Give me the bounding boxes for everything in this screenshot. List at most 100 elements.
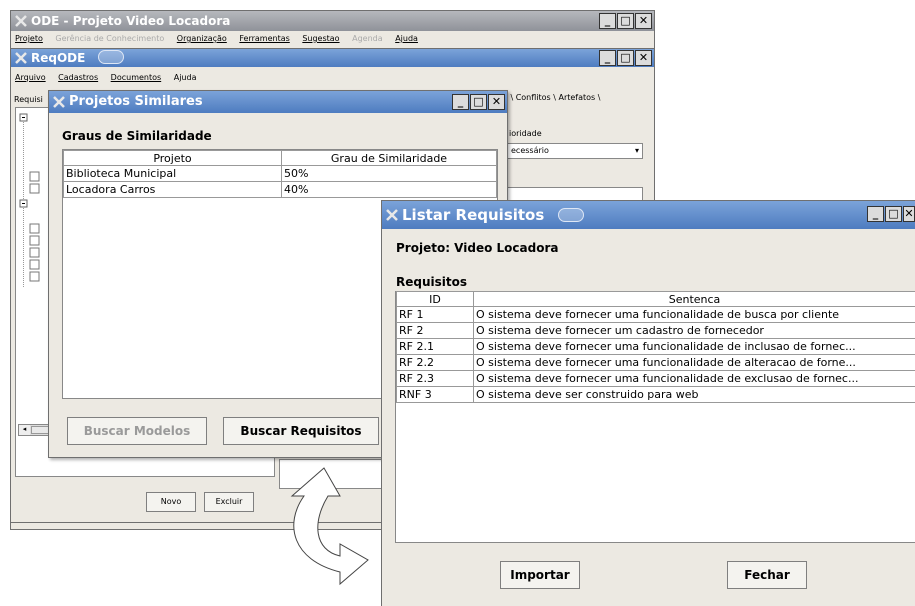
listar-title-bar[interactable]: Listar Requisitos _ □ ✕ — [382, 201, 915, 229]
projeto-label: Projeto: Video Locadora — [396, 241, 559, 255]
cell-id: RF 2.1 — [396, 338, 474, 355]
tab-conflitos[interactable]: Conflitos — [516, 93, 551, 102]
cell-id: RF 2.2 — [396, 354, 474, 371]
curved-arrow-icon — [290, 467, 369, 586]
cell-id: RF 1 — [396, 306, 474, 323]
minimize-icon: _ — [604, 51, 611, 64]
column-projeto[interactable]: Projeto — [63, 150, 282, 166]
menu-cadastros[interactable]: Cadastros — [58, 73, 98, 82]
buscar-requisitos-button[interactable]: Buscar Requisitos — [223, 417, 379, 445]
cell-grau: 50% — [281, 165, 497, 182]
menu-ajuda[interactable]: Ajuda — [174, 73, 197, 82]
graus-similaridade-label: Graus de Similaridade — [62, 129, 212, 143]
minimize-icon: _ — [604, 14, 611, 27]
cell-id: RNF 3 — [396, 386, 474, 403]
requisitos-label: Requisi — [14, 95, 43, 104]
menu-ajuda[interactable]: Ajuda — [395, 34, 418, 43]
column-id[interactable]: ID — [396, 291, 474, 307]
maximize-icon: □ — [888, 207, 899, 220]
x-logo-icon — [15, 15, 27, 27]
close-button[interactable]: ✕ — [635, 13, 652, 29]
minimize-button[interactable]: _ — [452, 94, 469, 110]
ode-menu-bar: Projeto Gerência de Conhecimento Organiz… — [11, 32, 654, 46]
fechar-button[interactable]: Fechar — [727, 561, 807, 589]
ode-title-bar[interactable]: ODE - Projeto Video Locadora _ □ ✕ — [11, 11, 654, 31]
prioridade-select[interactable]: ecessário ▾ — [507, 143, 643, 159]
menu-projeto[interactable]: Projeto — [15, 34, 43, 43]
tabs-row: o \ Conflitos \ Artefatos \ — [503, 93, 600, 102]
minimize-button[interactable]: _ — [599, 50, 616, 66]
menu-arquivo[interactable]: Arquivo — [15, 73, 46, 82]
reqode-title: ReqODE — [31, 51, 86, 65]
prioridade-label: ioridade — [509, 129, 542, 138]
close-button[interactable]: ✕ — [903, 206, 915, 222]
requisitos-label: Requisitos — [396, 275, 468, 289]
menu-agenda[interactable]: Agenda — [352, 34, 383, 43]
listar-requisitos-dialog: Listar Requisitos _ □ ✕ Projeto: Video L… — [381, 200, 915, 606]
swirl-icon — [97, 50, 124, 64]
similares-title-bar[interactable]: Projetos Similares _ □ ✕ — [49, 91, 507, 113]
cell-sentenca: O sistema deve fornecer uma funcionalida… — [473, 354, 915, 371]
minimize-icon: _ — [872, 207, 879, 220]
maximize-icon: □ — [473, 95, 484, 108]
prioridade-value: ecessário — [511, 146, 549, 155]
menu-gerencia-conhecimento[interactable]: Gerência de Conhecimento — [55, 34, 164, 43]
reqode-title-bar[interactable]: ReqODE _ □ ✕ — [11, 49, 654, 67]
cell-sentenca: O sistema deve fornecer uma funcionalida… — [473, 370, 915, 387]
requisitos-table: ID Sentenca RF 1 O sistema deve fornecer… — [396, 291, 915, 403]
novo-button[interactable]: Novo — [146, 492, 196, 512]
table-row[interactable]: Biblioteca Municipal 50% — [63, 165, 497, 182]
close-icon: ✕ — [491, 95, 502, 108]
maximize-icon: □ — [620, 51, 631, 64]
reqode-menu-bar: Arquivo Cadastros Documentos Ajuda — [11, 71, 654, 85]
minimize-icon: _ — [457, 95, 464, 108]
chevron-down-icon: ▾ — [634, 146, 639, 155]
x-logo-icon — [386, 209, 398, 221]
table-row[interactable]: RF 2 O sistema deve fornecer um cadastro… — [396, 322, 915, 339]
ode-title: ODE - Projeto Video Locadora — [31, 14, 231, 28]
menu-sugestao[interactable]: Sugestao — [302, 34, 339, 43]
close-button[interactable]: ✕ — [635, 50, 652, 66]
swirl-icon — [557, 208, 584, 222]
importar-button[interactable]: Importar — [500, 561, 580, 589]
menu-documentos[interactable]: Documentos — [111, 73, 162, 82]
tab-artefatos[interactable]: Artefatos — [558, 93, 595, 102]
excluir-button[interactable]: Excluir — [204, 492, 254, 512]
maximize-button[interactable]: □ — [885, 206, 902, 222]
cell-sentenca: O sistema deve fornecer uma funcionalida… — [473, 306, 915, 323]
table-row[interactable]: RF 2.1 O sistema deve fornecer uma funci… — [396, 338, 915, 355]
cell-grau: 40% — [281, 181, 497, 198]
menu-ferramentas[interactable]: Ferramentas — [239, 34, 289, 43]
close-icon: ✕ — [638, 14, 649, 27]
menu-organizacao[interactable]: Organização — [177, 34, 227, 43]
cell-id: RF 2 — [396, 322, 474, 339]
cell-sentenca: O sistema deve ser construido para web — [473, 386, 915, 403]
table-row[interactable]: Locadora Carros 40% — [63, 181, 497, 198]
close-icon: ✕ — [638, 51, 649, 64]
cell-sentenca: O sistema deve fornecer um cadastro de f… — [473, 322, 915, 339]
similares-title: Projetos Similares — [69, 94, 203, 109]
close-button[interactable]: ✕ — [488, 94, 505, 110]
buscar-modelos-button[interactable]: Buscar Modelos — [67, 417, 207, 445]
cell-sentenca: O sistema deve fornecer uma funcionalida… — [473, 338, 915, 355]
maximize-button[interactable]: □ — [617, 13, 634, 29]
table-row[interactable]: RF 2.2 O sistema deve fornecer uma funci… — [396, 354, 915, 371]
cell-id: RF 2.3 — [396, 370, 474, 387]
close-icon: ✕ — [904, 207, 914, 220]
table-row[interactable]: RNF 3 O sistema deve ser construido para… — [396, 386, 915, 403]
cell-projeto: Locadora Carros — [63, 181, 282, 198]
listar-title: Listar Requisitos — [402, 206, 545, 224]
maximize-button[interactable]: □ — [470, 94, 487, 110]
maximize-button[interactable]: □ — [617, 50, 634, 66]
maximize-icon: □ — [620, 14, 631, 27]
scroll-left-arrow[interactable]: ◂ — [19, 425, 30, 435]
similares-table: Projeto Grau de Similaridade Biblioteca … — [63, 150, 497, 198]
column-sentenca[interactable]: Sentenca — [473, 291, 915, 307]
minimize-button[interactable]: _ — [599, 13, 616, 29]
minimize-button[interactable]: _ — [867, 206, 884, 222]
table-row[interactable]: RF 1 O sistema deve fornecer uma funcion… — [396, 306, 915, 323]
cell-projeto: Biblioteca Municipal — [63, 165, 282, 182]
table-row[interactable]: RF 2.3 O sistema deve fornecer uma funci… — [396, 370, 915, 387]
x-logo-icon — [53, 96, 65, 108]
column-grau-similaridade[interactable]: Grau de Similaridade — [281, 150, 497, 166]
